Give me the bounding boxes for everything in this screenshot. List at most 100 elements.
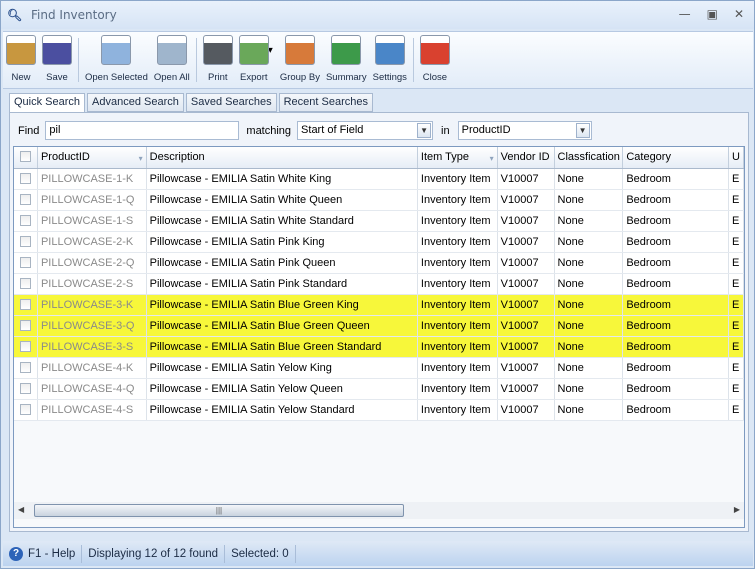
find-input[interactable]: pil xyxy=(45,121,240,140)
in-field-select[interactable]: ProductID ▼ xyxy=(457,121,592,140)
column-header-label: Classfication xyxy=(557,151,620,163)
row-checkbox[interactable] xyxy=(14,211,38,231)
close-button[interactable]: Close xyxy=(417,32,453,88)
row-checkbox[interactable] xyxy=(14,169,38,189)
cell-cat: Bedroom xyxy=(623,274,730,294)
column-header-item-type[interactable]: Item Type ▾ xyxy=(418,147,498,168)
open-selected-button[interactable]: Open Selected xyxy=(82,32,151,88)
row-checkbox[interactable] xyxy=(14,232,38,252)
cell-desc: Pillowcase - EMILIA Satin Yelow Queen xyxy=(147,379,418,399)
row-checkbox[interactable] xyxy=(14,337,38,357)
table-row[interactable]: PILLOWCASE-1-K Pillowcase - EMILIA Satin … xyxy=(14,169,744,190)
column-header-label: Category xyxy=(626,151,671,163)
cell-cls: None xyxy=(555,253,624,273)
table-row[interactable]: PILLOWCASE-3-Q Pillowcase - EMILIA Satin … xyxy=(14,316,744,337)
print-button[interactable]: Print xyxy=(200,32,236,88)
filter-icon[interactable]: ▾ xyxy=(139,148,143,168)
cell-vendor: V10007 xyxy=(498,316,555,336)
column-header-classfication[interactable]: Classfication xyxy=(555,147,624,168)
cell-u: E xyxy=(729,400,744,420)
cell-id: PILLOWCASE-3-K xyxy=(38,295,147,315)
row-checkbox[interactable] xyxy=(14,274,38,294)
select-all-checkbox[interactable] xyxy=(14,147,38,168)
scroll-left-arrow[interactable]: ◀ xyxy=(18,505,24,514)
column-header-description[interactable]: Description xyxy=(147,147,418,168)
open-all-button[interactable]: Open All xyxy=(151,32,193,88)
close-window-button[interactable]: ✕ xyxy=(734,7,744,21)
table-row[interactable]: PILLOWCASE-2-S Pillowcase - EMILIA Satin … xyxy=(14,274,744,295)
chevron-down-icon[interactable]: ▼ xyxy=(417,123,432,138)
cell-desc: Pillowcase - EMILIA Satin Yelow King xyxy=(147,358,418,378)
tab-quick-search[interactable]: Quick Search xyxy=(9,93,86,114)
toolbar-label: Group By xyxy=(279,72,320,83)
scroll-right-arrow[interactable]: ▶ xyxy=(734,505,740,514)
results-grid: ProductID ▾ Description Item Type ▾ Vendor ID… xyxy=(13,146,745,528)
horizontal-scrollbar[interactable]: ◀ ||| ▶ xyxy=(14,502,744,519)
row-checkbox[interactable] xyxy=(14,253,38,273)
table-row[interactable]: PILLOWCASE-3-K Pillowcase - EMILIA Satin … xyxy=(14,295,744,316)
minimize-button[interactable]: — xyxy=(679,7,691,21)
help-text: F1 - Help xyxy=(28,547,76,560)
scrollbar-thumb[interactable]: ||| xyxy=(34,504,404,517)
row-checkbox[interactable] xyxy=(14,379,38,399)
cell-vendor: V10007 xyxy=(498,169,555,189)
maximize-button[interactable]: ▣ xyxy=(707,7,718,21)
in-field-value: ProductID xyxy=(461,124,511,136)
column-header-u[interactable]: U xyxy=(729,147,744,168)
matching-value: Start of Field xyxy=(301,124,364,136)
cell-id: PILLOWCASE-3-S xyxy=(38,337,147,357)
cell-u: E xyxy=(729,274,744,294)
table-row[interactable]: PILLOWCASE-4-S Pillowcase - EMILIA Satin … xyxy=(14,400,744,421)
cell-type: Inventory Item xyxy=(418,211,498,231)
cell-cat: Bedroom xyxy=(623,379,730,399)
filter-icon[interactable]: ▾ xyxy=(490,148,494,168)
column-header-vendor-id[interactable]: Vendor ID xyxy=(498,147,555,168)
column-header-category[interactable]: Category xyxy=(623,147,730,168)
cell-type: Inventory Item xyxy=(418,316,498,336)
cell-vendor: V10007 xyxy=(498,295,555,315)
cell-cat: Bedroom xyxy=(623,400,730,420)
save-button[interactable]: Save xyxy=(39,32,75,88)
new-button[interactable]: New xyxy=(3,32,39,88)
table-row[interactable]: PILLOWCASE-3-S Pillowcase - EMILIA Satin … xyxy=(14,337,744,358)
table-row[interactable]: PILLOWCASE-4-K Pillowcase - EMILIA Satin … xyxy=(14,358,744,379)
cell-cls: None xyxy=(555,232,624,252)
matching-select[interactable]: Start of Field ▼ xyxy=(297,121,434,140)
table-row[interactable]: PILLOWCASE-2-Q Pillowcase - EMILIA Satin … xyxy=(14,253,744,274)
close-icon xyxy=(419,35,450,65)
column-header-productid[interactable]: ProductID ▾ xyxy=(38,147,147,168)
tab-saved-searches[interactable]: Saved Searches xyxy=(185,93,277,112)
toolbar-separator xyxy=(412,38,414,82)
row-checkbox[interactable] xyxy=(14,400,38,420)
cell-id: PILLOWCASE-2-Q xyxy=(38,253,147,273)
toolbar-separator xyxy=(78,38,79,82)
table-row[interactable]: PILLOWCASE-1-Q Pillowcase - EMILIA Satin … xyxy=(14,190,744,211)
chevron-down-icon[interactable]: ▼ xyxy=(575,123,590,138)
cell-desc: Pillowcase - EMILIA Satin Yelow Standard xyxy=(147,400,418,420)
row-checkbox[interactable] xyxy=(14,316,38,336)
cell-cls: None xyxy=(555,379,624,399)
group-by-button[interactable]: Group By xyxy=(277,32,323,88)
cell-u: E xyxy=(729,358,744,378)
cell-vendor: V10007 xyxy=(498,190,555,210)
help-icon[interactable]: ? xyxy=(9,546,23,561)
tab-recent-searches[interactable]: Recent Searches xyxy=(278,93,373,112)
toolbar: New Save Open Selected Open All Print Export ▾… xyxy=(3,31,753,89)
grid-header: ProductID ▾ Description Item Type ▾ Vendor ID… xyxy=(14,147,744,169)
row-checkbox[interactable] xyxy=(14,295,38,315)
table-row[interactable]: PILLOWCASE-2-K Pillowcase - EMILIA Satin … xyxy=(14,232,744,253)
table-row[interactable]: PILLOWCASE-1-S Pillowcase - EMILIA Satin … xyxy=(14,211,744,232)
matching-label: matching xyxy=(246,124,292,137)
tab-advanced-search[interactable]: Advanced Search xyxy=(87,93,184,112)
export-button[interactable]: Export xyxy=(236,32,272,88)
row-checkbox[interactable] xyxy=(14,358,38,378)
cell-id: PILLOWCASE-4-Q xyxy=(38,379,147,399)
settings-button[interactable]: Settings xyxy=(370,32,410,88)
cell-type: Inventory Item xyxy=(418,379,498,399)
settings-icon xyxy=(374,35,405,65)
table-row[interactable]: PILLOWCASE-4-Q Pillowcase - EMILIA Satin … xyxy=(14,379,744,400)
row-checkbox[interactable] xyxy=(14,190,38,210)
summary-button[interactable]: Summary xyxy=(323,32,370,88)
toolbar-label: Save xyxy=(46,72,68,83)
open-selected-icon xyxy=(101,35,132,65)
